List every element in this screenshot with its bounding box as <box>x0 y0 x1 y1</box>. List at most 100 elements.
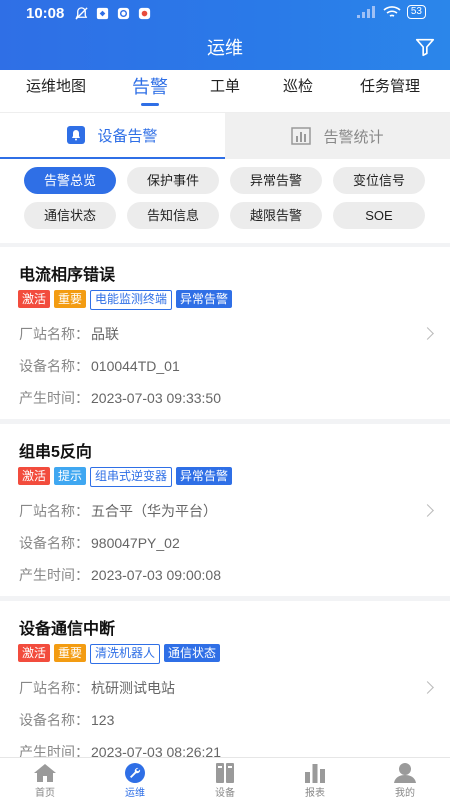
filter-icon[interactable] <box>414 36 436 58</box>
chevron-right-icon[interactable] <box>421 504 434 517</box>
alarm-title: 设备通信中断 <box>19 621 116 638</box>
alarm-card[interactable]: 设备通信中断 激活 重要 清洗机器人 通信状态 厂站名称： 杭研测试电站 设备名称… <box>0 601 450 757</box>
tab-ops-map[interactable]: 运维地图 <box>26 70 86 112</box>
report-icon <box>305 764 325 783</box>
alarm-list: 电流相序错误 激活 重要 电能监测终端 异常告警 厂站名称： 品联 设备名称： 01… <box>0 247 450 757</box>
subtab-alarm-stats[interactable]: 告警统计 <box>225 113 450 159</box>
bell-icon <box>67 126 86 144</box>
chip-displacement-signal[interactable]: 变位信号 <box>333 167 425 194</box>
time-value: 2023-07-03 09:00:08 <box>91 567 221 583</box>
alarm-title: 电流相序错误 <box>19 267 116 284</box>
status-time: 10:08 <box>26 5 65 22</box>
alarm-tags: 激活 重要 清洗机器人 通信状态 <box>18 644 221 664</box>
status-system-icons: 53 <box>356 5 426 19</box>
device-label: 设备名称： <box>19 712 89 728</box>
chip-protection-event[interactable]: 保护事件 <box>127 167 219 194</box>
alarm-card[interactable]: 组串5反向 激活 提示 组串式逆变器 异常告警 厂站名称： 五合平（华为平台） 设… <box>0 424 450 596</box>
app-notification-icon-2 <box>117 7 130 20</box>
bottom-navigation: 首页 运维 设备 报表 我的 <box>0 757 450 801</box>
bar-chart-icon <box>291 127 312 145</box>
nav-device[interactable]: 设备 <box>180 758 270 801</box>
time-label: 产生时间： <box>19 744 89 757</box>
app-notification-icon <box>96 7 109 20</box>
tag-alarm-type: 异常告警 <box>176 290 233 308</box>
subtab-device-alarm[interactable]: 设备告警 <box>0 113 225 159</box>
tag-device-type: 电能监测终端 <box>90 290 173 310</box>
time-row: 产生时间： 2023-07-03 09:33:50 <box>19 388 221 408</box>
nav-operations[interactable]: 运维 <box>90 758 180 801</box>
device-label: 设备名称： <box>19 358 89 374</box>
time-row: 产生时间： 2023-07-03 08:26:21 <box>19 742 221 757</box>
station-row: 厂站名称： 五合平（华为平台） <box>19 501 217 521</box>
time-value: 2023-07-03 09:33:50 <box>91 390 221 406</box>
app-header: 10:08 53 运维 <box>0 0 450 70</box>
nav-home[interactable]: 首页 <box>0 758 90 801</box>
nav-operations-label: 运维 <box>125 788 145 799</box>
tag-status: 激活 <box>18 467 51 485</box>
device-value: 010044TD_01 <box>91 358 180 374</box>
page-title: 运维 <box>207 38 243 58</box>
chevron-right-icon[interactable] <box>421 681 434 694</box>
chip-limit-alarm[interactable]: 越限告警 <box>230 202 322 229</box>
device-row: 设备名称： 980047PY_02 <box>19 533 180 553</box>
tag-alarm-type: 通信状态 <box>164 644 221 662</box>
subtab-alarm-stats-label: 告警统计 <box>323 128 384 146</box>
tag-device-type: 组串式逆变器 <box>90 467 173 487</box>
chip-abnormal-alarm[interactable]: 异常告警 <box>230 167 322 194</box>
station-value: 杭研测试电站 <box>91 680 175 696</box>
nav-report[interactable]: 报表 <box>270 758 360 801</box>
nav-report-label: 报表 <box>305 788 325 799</box>
device-label: 设备名称： <box>19 535 89 551</box>
subtab-device-alarm-label: 设备告警 <box>97 127 158 145</box>
alarm-tags: 激活 提示 组串式逆变器 异常告警 <box>18 467 233 487</box>
wrench-icon <box>125 763 145 783</box>
nav-mine[interactable]: 我的 <box>360 758 450 801</box>
wifi-icon <box>383 6 401 17</box>
station-row: 厂站名称： 杭研测试电站 <box>19 678 175 698</box>
battery-level: 53 <box>406 5 426 19</box>
nav-mine-label: 我的 <box>395 788 415 799</box>
chevron-right-icon[interactable] <box>421 327 434 340</box>
tab-work-order[interactable]: 工单 <box>210 70 240 112</box>
device-row: 设备名称： 010044TD_01 <box>19 356 180 376</box>
status-notification-icons <box>74 6 152 21</box>
tag-alarm-type: 异常告警 <box>176 467 233 485</box>
tag-level: 提示 <box>54 467 87 485</box>
station-value: 品联 <box>91 326 119 342</box>
alarm-type-chips: 告警总览 保护事件 异常告警 变位信号 通信状态 告知信息 越限告警 SOE <box>0 159 450 243</box>
mute-bell-icon <box>75 7 88 20</box>
time-label: 产生时间： <box>19 567 89 583</box>
alarm-tags: 激活 重要 电能监测终端 异常告警 <box>18 290 233 310</box>
station-row: 厂站名称： 品联 <box>19 324 119 344</box>
time-label: 产生时间： <box>19 390 89 406</box>
station-label: 厂站名称： <box>19 503 89 519</box>
tab-inspection[interactable]: 巡检 <box>283 70 313 112</box>
device-value: 123 <box>91 712 115 728</box>
tag-device-type: 清洗机器人 <box>90 644 161 664</box>
signal-icon <box>356 6 375 18</box>
main-tabs: 运维地图 告警 工单 巡检 任务管理 <box>0 70 450 113</box>
device-value: 980047PY_02 <box>91 535 180 551</box>
status-bar: 10:08 53 <box>0 0 450 26</box>
chip-notification-info[interactable]: 告知信息 <box>127 202 219 229</box>
device-icon <box>216 763 234 783</box>
chip-alarm-overview[interactable]: 告警总览 <box>24 167 116 194</box>
nav-device-label: 设备 <box>215 788 235 799</box>
chip-soe[interactable]: SOE <box>333 202 425 229</box>
time-row: 产生时间： 2023-07-03 09:00:08 <box>19 565 221 585</box>
chip-communication-status[interactable]: 通信状态 <box>24 202 116 229</box>
tag-status: 激活 <box>18 644 51 662</box>
time-value: 2023-07-03 08:26:21 <box>91 744 221 757</box>
user-icon <box>394 763 416 783</box>
tag-status: 激活 <box>18 290 51 308</box>
station-label: 厂站名称： <box>19 326 89 342</box>
station-value: 五合平（华为平台） <box>91 503 217 519</box>
app-notification-icon-3 <box>138 7 151 20</box>
alarm-subtabs: 设备告警 告警统计 <box>0 113 450 159</box>
alarm-card[interactable]: 电流相序错误 激活 重要 电能监测终端 异常告警 厂站名称： 品联 设备名称： 01… <box>0 247 450 419</box>
tab-task-management[interactable]: 任务管理 <box>360 70 420 112</box>
nav-home-label: 首页 <box>35 788 55 799</box>
tag-level: 重要 <box>54 644 87 662</box>
home-icon <box>34 764 56 782</box>
device-row: 设备名称： 123 <box>19 710 114 730</box>
